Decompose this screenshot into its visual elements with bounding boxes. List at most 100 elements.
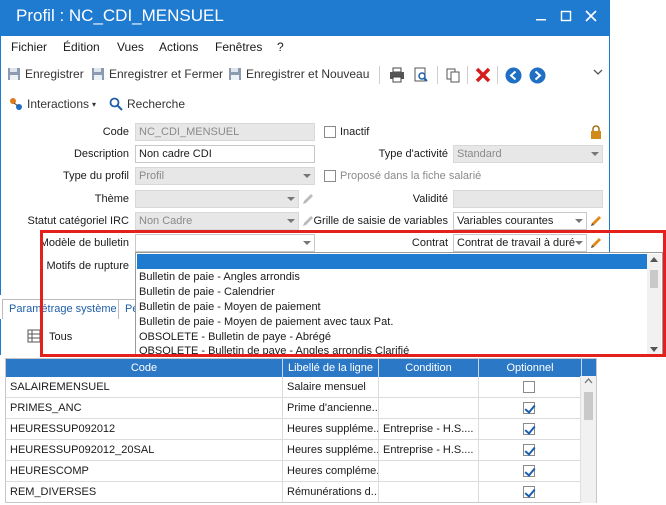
cell-libelle: Heures suppléme... xyxy=(283,419,379,440)
col-header-code[interactable]: Code xyxy=(6,359,283,377)
table-row[interactable]: SALAIREMENSUEL Salaire mensuel xyxy=(6,377,582,398)
cell-code: HEURESSUP092012 xyxy=(6,419,283,440)
cell-condition xyxy=(379,482,479,502)
menu-fenetres[interactable]: Fenêtres xyxy=(215,40,262,54)
optionnel-checkbox[interactable] xyxy=(523,486,535,498)
optionnel-checkbox[interactable] xyxy=(523,444,535,456)
optionnel-checkbox[interactable] xyxy=(523,465,535,477)
cell-optionnel xyxy=(479,440,582,461)
description-field[interactable]: Non cadre CDI xyxy=(135,145,315,163)
col-header-libelle[interactable]: Libellé de la ligne xyxy=(283,359,379,377)
cell-condition xyxy=(379,377,479,398)
maximize-button[interactable] xyxy=(555,6,577,28)
table-row[interactable]: HEURESCOMP Heures compléme... xyxy=(6,461,582,482)
copy-button[interactable] xyxy=(445,67,461,83)
save-button[interactable]: Enregistrer xyxy=(7,67,84,81)
cell-optionnel xyxy=(479,377,582,398)
grille-select[interactable]: Variables courantes xyxy=(453,212,587,230)
save-close-button[interactable]: Enregistrer et Fermer xyxy=(91,67,223,81)
cell-code: HEURESSUP092012_20SAL xyxy=(6,440,283,461)
interactions-button[interactable]: Interactions ▾ xyxy=(9,97,96,111)
menu-help[interactable]: ? xyxy=(277,40,284,54)
menu-vues[interactable]: Vues xyxy=(117,40,144,54)
delete-button[interactable] xyxy=(475,67,491,83)
chevron-down-icon xyxy=(303,174,311,178)
chevron-down-icon xyxy=(593,69,603,75)
menu-fichier[interactable]: Fichier xyxy=(11,40,47,54)
close-button[interactable] xyxy=(580,6,602,28)
close-icon xyxy=(585,10,597,22)
type-profil-select[interactable]: Profil xyxy=(135,167,315,185)
interactions-label: Interactions xyxy=(27,97,90,111)
table-row[interactable]: HEURESSUP092012_20SAL Heures suppléme...… xyxy=(6,440,582,461)
chevron-down-icon xyxy=(287,219,295,223)
floppy-new-icon xyxy=(229,68,241,80)
copy-icon xyxy=(446,68,460,83)
optionnel-checkbox[interactable] xyxy=(523,423,535,435)
statut-value: Non Cadre xyxy=(139,215,193,227)
code-field[interactable]: NC_CDI_MENSUEL xyxy=(135,123,315,141)
delete-x-icon xyxy=(475,67,491,83)
pencil-icon xyxy=(591,216,601,226)
minimize-icon xyxy=(536,19,546,21)
pencil-icon xyxy=(303,194,313,204)
arrow-right-icon xyxy=(529,67,546,84)
table-row[interactable]: PRIMES_ANC Prime d'ancienne... xyxy=(6,398,582,419)
toolbar-separator xyxy=(497,66,498,84)
col-header-optionnel[interactable]: Optionnel xyxy=(479,359,582,377)
search-button[interactable]: Recherche xyxy=(109,97,185,111)
type-activite-select[interactable]: Standard xyxy=(453,145,603,163)
maximize-icon xyxy=(560,10,572,22)
statut-label: Statut catégoriel IRC xyxy=(27,215,130,227)
menu-actions[interactable]: Actions xyxy=(159,40,198,54)
save-new-button[interactable]: Enregistrer et Nouveau xyxy=(228,67,369,81)
save-new-label: Enregistrer et Nouveau xyxy=(246,67,370,81)
previous-button[interactable] xyxy=(505,67,522,84)
print-button[interactable] xyxy=(389,67,405,83)
arrow-left-icon xyxy=(505,67,522,84)
cell-code: HEURESCOMP xyxy=(6,461,283,482)
cell-libelle: Heures compléme... xyxy=(283,461,379,482)
type-profil-value: Profil xyxy=(139,170,165,182)
minimize-button[interactable] xyxy=(530,6,552,28)
toolbar-separator xyxy=(467,66,468,84)
optionnel-checkbox[interactable] xyxy=(523,381,535,393)
floppy-icon xyxy=(8,68,20,80)
scroll-up-icon xyxy=(584,378,593,384)
table-row[interactable]: HEURESSUP092012 Heures suppléme... Entre… xyxy=(6,419,582,440)
col-header-condition[interactable]: Condition xyxy=(379,359,479,377)
highlight-annotation xyxy=(40,230,666,357)
theme-select[interactable] xyxy=(135,190,299,208)
statut-select[interactable]: Non Cadre xyxy=(135,212,299,230)
chevron-down-icon xyxy=(591,152,599,156)
menu-bar: Fichier Édition Vues Actions Fenêtres ? xyxy=(0,36,610,58)
toolbar-overflow-button[interactable] xyxy=(593,67,603,77)
propose-checkbox[interactable] xyxy=(324,170,336,182)
cell-optionnel xyxy=(479,482,582,502)
theme-label: Thème xyxy=(94,193,129,205)
save-label: Enregistrer xyxy=(25,67,84,81)
type-activite-label: Type d'activité xyxy=(378,148,448,160)
title-bar: Profil : NC_CDI_MENSUEL xyxy=(0,0,610,36)
chevron-down-icon xyxy=(287,197,295,201)
next-button[interactable] xyxy=(529,67,546,84)
propose-label: Proposé dans la fiche salarié xyxy=(340,170,482,182)
main-toolbar: Enregistrer Enregistrer et Fermer Enregi… xyxy=(0,58,610,90)
inactif-checkbox[interactable] xyxy=(324,126,336,138)
grid-scrollbar[interactable] xyxy=(580,376,596,503)
menu-edition[interactable]: Édition xyxy=(63,40,100,54)
grid-scroll-thumb[interactable] xyxy=(584,392,593,420)
cell-condition: Entreprise - H.S.... xyxy=(379,419,479,440)
print-preview-icon xyxy=(414,67,428,82)
type-profil-label: Type du profil xyxy=(62,170,129,182)
print-preview-button[interactable] xyxy=(413,67,429,83)
toolbar-separator xyxy=(379,66,380,84)
lock-icon xyxy=(591,125,601,139)
optionnel-checkbox[interactable] xyxy=(523,402,535,414)
table-row[interactable]: REM_DIVERSES Rémunérations d... xyxy=(6,482,582,502)
cell-libelle: Rémunérations d... xyxy=(283,482,379,502)
validite-field[interactable] xyxy=(453,190,603,208)
cell-optionnel xyxy=(479,419,582,440)
cell-optionnel xyxy=(479,398,582,419)
cell-libelle: Salaire mensuel xyxy=(283,377,379,398)
